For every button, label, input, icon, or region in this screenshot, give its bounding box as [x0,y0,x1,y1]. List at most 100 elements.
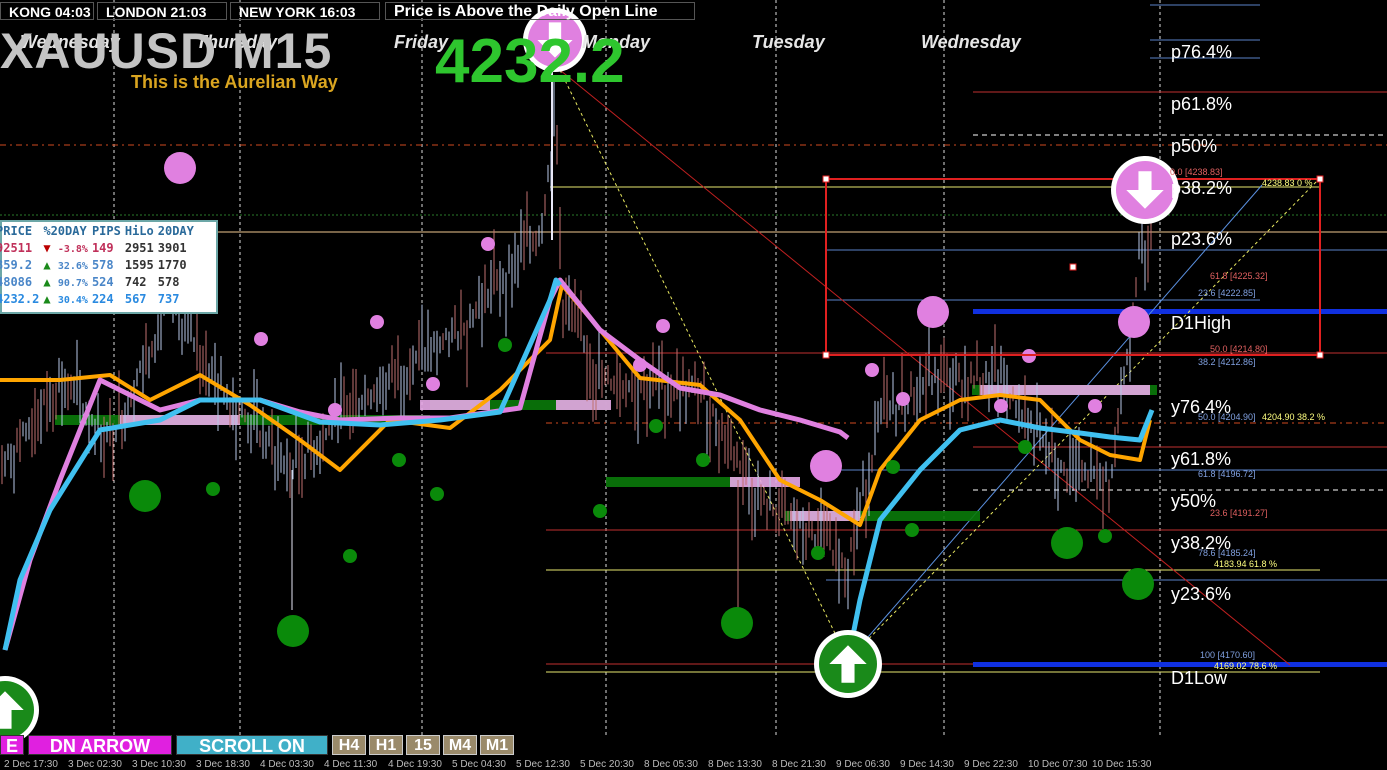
time-axis-label: 5 Dec 20:30 [580,759,634,770]
signal-dot-green [1122,568,1154,600]
stat-hilo: 567 [124,291,147,306]
time-axis-label: 4 Dec 19:30 [388,759,442,770]
signal-dot-green [905,523,919,537]
signal-dot-green [649,419,663,433]
level-d1low: D1Low [1171,668,1228,688]
scroll-on-button[interactable]: SCROLL ON [176,735,328,756]
stat-pct: ▲ 90.7% [41,273,90,290]
fib-label: 23.6 [4191.27] [1210,508,1268,518]
up-arrow-icon: ▲ [43,257,51,272]
signal-dot-pink [865,363,879,377]
level-p23: p23.6% [1171,229,1233,249]
time-axis-label: 3 Dec 02:30 [68,759,122,770]
signal-dot-pink [994,399,1008,413]
stats-panel: PRICE %20DAY PIPS HiLo 20DAY 92511 ▼ -3.… [0,220,218,314]
signal-dot-pink [328,403,342,417]
fib-label: 50.0 [4204.90] [1198,412,1256,422]
fib-label: 4169.02 78.6 % [1214,661,1278,671]
stat-pips: 149 [91,240,114,255]
time-axis-label: 8 Dec 13:30 [708,759,762,770]
timeframe-h4-button[interactable]: H4 [332,735,366,755]
fib-label: 4204.90 38.2 % [1262,412,1326,422]
level-p61: p61.8% [1171,94,1233,114]
signal-dot-green [206,482,220,496]
support-bar [606,477,741,487]
stat-pct-value: 32.6% [57,260,88,272]
fib-handle [1316,351,1324,359]
time-axis-label: 10 Dec 07:30 [1028,759,1088,770]
stat-20day: 3901 [157,240,187,255]
fib-label: 0.0 [4238.83] [1170,167,1223,177]
clock-london: LONDON 21:03 [97,2,227,20]
clock-newyork: NEW YORK 16:03 [230,2,380,20]
time-axis-label: 8 Dec 21:30 [772,759,826,770]
signal-dot-green [721,607,753,639]
timeframe-m4-button[interactable]: M4 [443,735,477,755]
col-pips: PIPS [91,223,121,238]
col-pct20: %20DAY [43,223,87,238]
col-price: PRICE [0,223,33,238]
signal-dot-green [1051,527,1083,559]
signal-dot-pink [370,315,384,329]
level-p76: p76.4% [1171,42,1233,62]
timeframe-h1-button[interactable]: H1 [369,735,403,755]
dn-arrow-button[interactable]: DN ARROW [28,735,172,756]
time-axis-label: 9 Dec 14:30 [900,759,954,770]
signal-dot-pink [481,237,495,251]
stat-hilo: 1595 [124,257,154,272]
stat-pips: 524 [91,274,114,289]
stat-pct: ▼ -3.8% [41,239,90,256]
fib-handle [822,351,830,359]
stat-pct: ▲ 30.4% [41,290,90,307]
stat-pips: 578 [91,257,114,272]
signal-dot-green [129,480,161,512]
price-chart[interactable] [0,0,1387,769]
signal-dot-pink [896,392,910,406]
signal-dot-green [1018,440,1032,454]
signal-dot-green [1098,529,1112,543]
timeframe-m1-button[interactable]: M1 [480,735,514,755]
signal-dot-green [343,549,357,563]
signal-dot-pink [426,377,440,391]
time-axis-label: 3 Dec 10:30 [132,759,186,770]
stat-pips: 224 [91,291,114,306]
signal-dot-green [696,453,710,467]
up-arrow-icon: ▲ [43,291,51,306]
time-axis-label: 4 Dec 11:30 [324,759,378,770]
level-p38: p38.2% [1171,178,1233,198]
stat-pct-value: -3.8% [57,243,88,255]
time-axis-label: 10 Dec 15:30 [1092,759,1152,770]
signal-dot-green [886,460,900,474]
fib-label: 4183.94 61.8 % [1214,559,1278,569]
stat-hilo: 2951 [124,240,154,255]
fib-label: 38.2 [4212.86] [1198,357,1256,367]
down-arrow-icon: ▼ [43,240,51,255]
time-axis-label: 5 Dec 04:30 [452,759,506,770]
time-axis-label: 9 Dec 06:30 [836,759,890,770]
signal-dot-pink [810,450,842,482]
stat-20day: 578 [157,274,180,289]
e-button[interactable]: E [0,735,24,756]
fib-label: 61.8 [4225.32] [1210,271,1268,281]
timeframe-15-button[interactable]: 15 [406,735,440,755]
up-arrow-icon: ▲ [43,274,51,289]
tagline: This is the Aurelian Way [131,72,338,92]
support-bar [556,400,611,410]
time-axis-label: 8 Dec 05:30 [644,759,698,770]
time-axis-label: 3 Dec 18:30 [196,759,250,770]
signal-dot-green [392,453,406,467]
stat-price: 48086 [0,274,33,289]
col-hilo: HiLo [124,223,154,238]
stat-20day: 1770 [157,257,187,272]
col-20day: 20DAY [157,223,194,238]
signal-dot-pink [633,358,647,372]
level-d1high: D1High [1171,313,1232,333]
fib-handle [1316,175,1324,183]
support-bar [980,385,1150,395]
signal-dot-green [811,546,825,560]
stat-price: 359.2 [0,257,33,272]
signal-dot-pink [1088,399,1102,413]
signal-dot-pink [917,296,949,328]
stat-hilo: 742 [124,274,147,289]
signal-dot-pink [656,319,670,333]
